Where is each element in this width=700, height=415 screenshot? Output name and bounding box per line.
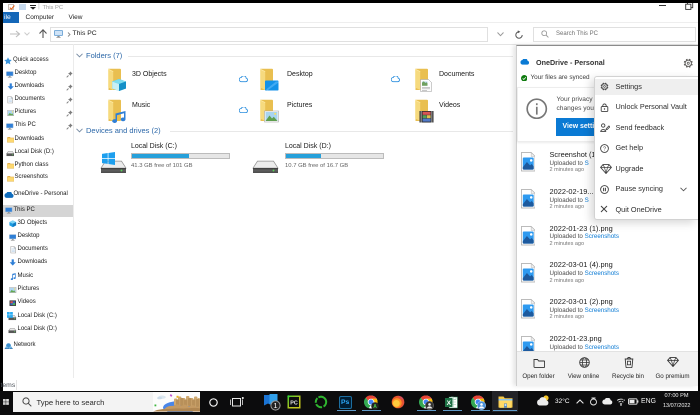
svg-text:X: X bbox=[447, 400, 452, 407]
svg-text:1: 1 bbox=[273, 401, 277, 410]
svg-text:PC: PC bbox=[290, 400, 298, 406]
svg-text:?: ? bbox=[603, 146, 606, 152]
